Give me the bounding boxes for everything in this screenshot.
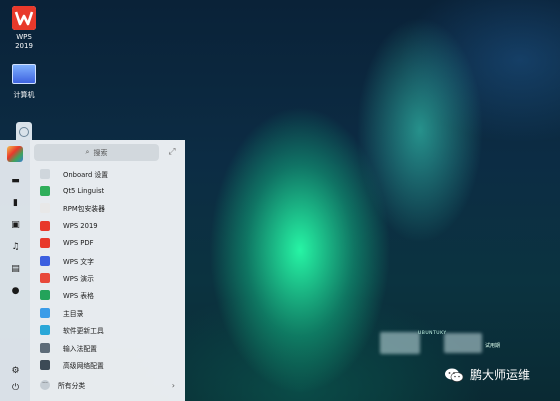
- menu-item-label: WPS PDF: [63, 239, 94, 248]
- desktop-icon[interactable]: ▬: [11, 177, 20, 186]
- app-icon: [40, 360, 50, 371]
- menu-item-label: WPS 文字: [63, 257, 94, 266]
- app-icon: [40, 238, 50, 249]
- settings-icon[interactable]: ⚙: [11, 367, 20, 376]
- menu-item[interactable]: WPS 表格: [30, 287, 185, 304]
- document-icon[interactable]: ▮: [11, 199, 20, 208]
- wechat-watermark: 鹏大师运维: [444, 366, 530, 383]
- app-icon: [40, 290, 50, 301]
- menu-item[interactable]: WPS 2019: [30, 217, 185, 234]
- desktop-icon-label: 2019: [15, 42, 33, 50]
- app-icon: [40, 342, 50, 353]
- more-icon: ···: [40, 380, 50, 390]
- app-icon: [40, 325, 50, 336]
- menu-item-label: 主目录: [63, 309, 84, 318]
- desktop-icon-label: 计算机: [13, 91, 35, 99]
- power-icon[interactable]: ⏻: [11, 384, 20, 393]
- app-icon: [40, 220, 50, 231]
- music-icon[interactable]: ♫: [11, 243, 20, 252]
- launcher-icon: [19, 127, 29, 137]
- start-menu: ⌕ 搜索 ⤢ Onboard 设置 Qt5 Linguist RPM包安装器 WPS …: [30, 140, 185, 401]
- blurred-region: [444, 333, 482, 353]
- all-categories-label: 所有分类: [58, 382, 86, 390]
- search-icon: ⌕: [85, 148, 90, 156]
- search-input[interactable]: ⌕ 搜索: [34, 144, 159, 161]
- search-placeholder: 搜索: [93, 148, 108, 157]
- expand-icon[interactable]: ⤢: [167, 147, 177, 157]
- ubuntukylin-text: UBUNTUKY: [418, 331, 447, 336]
- menu-item[interactable]: 输入法配置: [30, 339, 185, 356]
- video-icon[interactable]: ▤: [11, 265, 20, 274]
- app-icon: [40, 186, 50, 197]
- app-icon: [40, 273, 50, 284]
- download-icon[interactable]: ●: [11, 287, 20, 296]
- menu-item-label: WPS 演示: [63, 275, 94, 284]
- blurred-region: [380, 332, 420, 354]
- start-menu-sidebar: ▬ ▮ ▣ ♫ ▤ ● ⚙ ⏻: [0, 140, 30, 401]
- app-icon: [40, 255, 50, 266]
- menu-item-label: RPM包安装器: [63, 205, 105, 214]
- menu-item[interactable]: 高级网络配置: [30, 356, 185, 373]
- menu-item[interactable]: Onboard 设置: [30, 165, 185, 182]
- menu-item[interactable]: 主目录: [30, 304, 185, 321]
- app-icon: [40, 168, 50, 179]
- menu-item-label: WPS 表格: [63, 292, 94, 301]
- menu-item[interactable]: WPS 演示: [30, 269, 185, 286]
- menu-item-label: 高级网络配置: [63, 362, 104, 371]
- wechat-icon: [444, 367, 464, 383]
- app-icon: [40, 203, 50, 214]
- watermark-label: 鹏大师运维: [470, 368, 531, 382]
- trial-text: 试用期: [485, 343, 501, 349]
- menu-item[interactable]: RPM包安装器: [30, 200, 185, 217]
- desktop-icon-computer[interactable]: 计算机: [0, 64, 48, 100]
- user-avatar-icon[interactable]: [7, 146, 23, 162]
- menu-item[interactable]: WPS 文字: [30, 252, 185, 269]
- all-categories-button[interactable]: ··· 所有分类 ›: [30, 376, 185, 394]
- app-icon: [40, 307, 50, 318]
- desktop-icon-wps[interactable]: WPS 2019: [0, 6, 48, 51]
- image-icon[interactable]: ▣: [11, 221, 20, 230]
- wps-icon: [12, 6, 36, 30]
- chevron-right-icon: ›: [171, 380, 175, 390]
- menu-item-label: Qt5 Linguist: [63, 187, 105, 196]
- menu-item-label: Onboard 设置: [63, 170, 109, 179]
- desktop-icon-label: WPS: [16, 33, 32, 41]
- menu-item-label: WPS 2019: [63, 221, 98, 230]
- menu-item[interactable]: WPS PDF: [30, 235, 185, 252]
- menu-item-label: 软件更新工具: [63, 327, 104, 336]
- menu-item-label: 输入法配置: [63, 344, 97, 353]
- computer-icon: [12, 64, 36, 84]
- menu-launcher-tab[interactable]: [16, 122, 32, 140]
- menu-item[interactable]: 软件更新工具: [30, 322, 185, 339]
- menu-item[interactable]: Qt5 Linguist: [30, 182, 185, 199]
